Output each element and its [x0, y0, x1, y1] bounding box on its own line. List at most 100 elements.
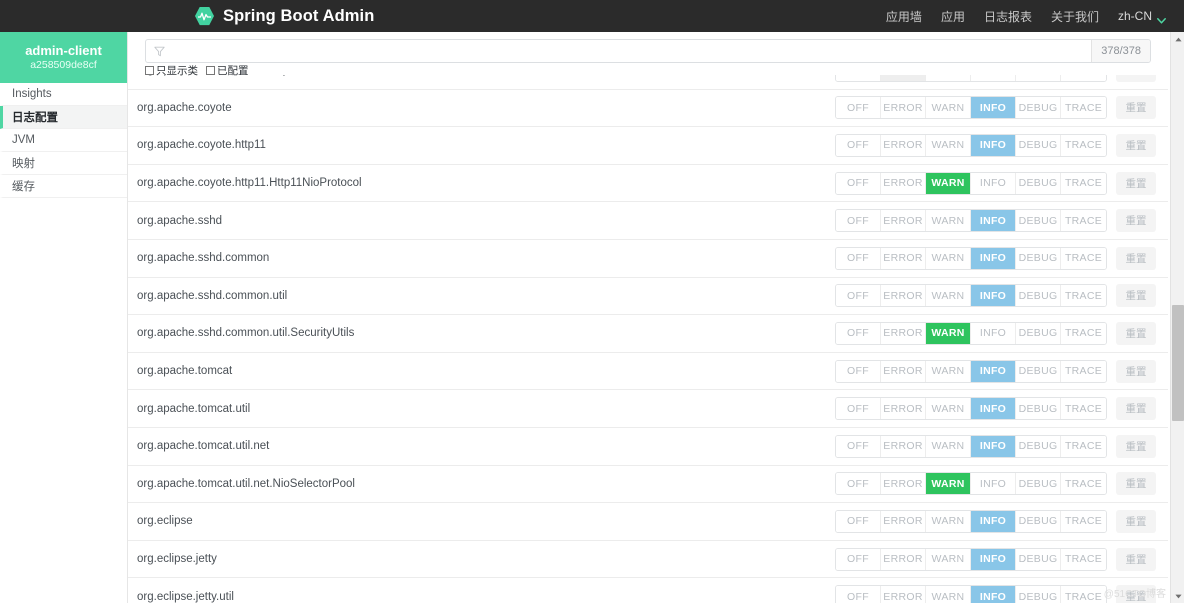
level-button-info[interactable]: INFO: [971, 135, 1016, 156]
level-button-info[interactable]: INFO: [971, 248, 1016, 269]
level-button-trace[interactable]: TRACE: [1061, 473, 1106, 494]
scrollbar-thumb[interactable]: [1172, 305, 1184, 421]
level-button-trace[interactable]: TRACE: [1061, 285, 1106, 306]
level-button-error[interactable]: ERROR: [881, 361, 926, 382]
level-button-warn[interactable]: WARN: [926, 75, 971, 81]
level-button-info[interactable]: INFO: [971, 97, 1016, 118]
level-button-trace[interactable]: TRACE: [1061, 135, 1106, 156]
level-button-error[interactable]: ERROR: [881, 97, 926, 118]
level-button-error[interactable]: ERROR: [881, 436, 926, 457]
level-button-warn[interactable]: WARN: [926, 135, 971, 156]
level-button-debug[interactable]: DEBUG: [1016, 135, 1061, 156]
level-button-debug[interactable]: DEBUG: [1016, 248, 1061, 269]
level-button-info[interactable]: INFO: [971, 436, 1016, 457]
level-button-trace[interactable]: TRACE: [1061, 248, 1106, 269]
level-button-warn[interactable]: WARN: [926, 436, 971, 457]
level-button-off[interactable]: OFF: [836, 135, 881, 156]
level-button-trace[interactable]: TRACE: [1061, 511, 1106, 532]
level-button-trace[interactable]: TRACE: [1061, 398, 1106, 419]
level-button-info[interactable]: INFO: [971, 511, 1016, 532]
level-button-trace[interactable]: TRACE: [1061, 97, 1106, 118]
logger-row[interactable]: org.apache.tomcatOFFERRORWARNINFODEBUGTR…: [128, 353, 1168, 391]
reset-button[interactable]: 重置: [1116, 472, 1156, 495]
level-button-off[interactable]: OFF: [836, 398, 881, 419]
sidebar-item-3[interactable]: 映射: [0, 152, 127, 175]
level-button-off[interactable]: OFF: [836, 586, 881, 603]
level-button-info[interactable]: INFO: [971, 398, 1016, 419]
level-button-off[interactable]: OFF: [836, 210, 881, 231]
logger-row[interactable]: org.apache.coyote.http11.Http11NioProtoc…: [128, 165, 1168, 203]
level-button-info[interactable]: INFO: [971, 173, 1016, 194]
reset-button[interactable]: 重置: [1116, 284, 1156, 307]
level-button-trace[interactable]: TRACE: [1061, 549, 1106, 570]
level-button-info[interactable]: INFO: [971, 473, 1016, 494]
level-button-warn[interactable]: WARN: [926, 586, 971, 603]
level-button-info[interactable]: INFO: [971, 549, 1016, 570]
reset-button[interactable]: 重置: [1116, 510, 1156, 533]
level-button-info[interactable]: INFO: [971, 285, 1016, 306]
nav-link-about[interactable]: 关于我们: [1051, 8, 1099, 25]
logger-row[interactable]: org.eclipse.jetty.utilOFFERRORWARNINFODE…: [128, 578, 1168, 603]
logger-row[interactable]: org.apache.sshd.common.utilOFFERRORWARNI…: [128, 278, 1168, 316]
level-button-off[interactable]: OFF: [836, 511, 881, 532]
level-button-off[interactable]: OFF: [836, 173, 881, 194]
level-button-off[interactable]: OFF: [836, 285, 881, 306]
level-button-error[interactable]: ERROR: [881, 549, 926, 570]
level-button-off[interactable]: OFF: [836, 361, 881, 382]
sidebar-item-1[interactable]: 日志配置: [0, 106, 127, 129]
logger-row[interactable]: org.apache.catalina.util.LifecycleBaseOF…: [128, 75, 1168, 90]
level-button-warn[interactable]: WARN: [926, 248, 971, 269]
level-button-error[interactable]: ERROR: [881, 586, 926, 603]
reset-button[interactable]: 重置: [1116, 397, 1156, 420]
level-button-warn[interactable]: WARN: [926, 361, 971, 382]
logger-row[interactable]: org.apache.sshd.commonOFFERRORWARNINFODE…: [128, 240, 1168, 278]
level-button-warn[interactable]: WARN: [926, 473, 971, 494]
reset-button[interactable]: 重置: [1116, 322, 1156, 345]
logger-row[interactable]: org.apache.tomcat.util.net.NioSelectorPo…: [128, 466, 1168, 504]
level-button-error[interactable]: ERROR: [881, 173, 926, 194]
level-button-off[interactable]: OFF: [836, 473, 881, 494]
level-button-trace[interactable]: TRACE: [1061, 323, 1106, 344]
level-button-debug[interactable]: DEBUG: [1016, 398, 1061, 419]
level-button-trace[interactable]: TRACE: [1061, 75, 1106, 81]
reset-button[interactable]: 重置: [1116, 548, 1156, 571]
reset-button[interactable]: 重置: [1116, 209, 1156, 232]
level-button-error[interactable]: ERROR: [881, 135, 926, 156]
level-button-off[interactable]: OFF: [836, 97, 881, 118]
level-button-error[interactable]: ERROR: [881, 285, 926, 306]
level-button-error[interactable]: ERROR: [881, 75, 926, 81]
level-button-warn[interactable]: WARN: [926, 173, 971, 194]
sidebar-item-4[interactable]: 缓存: [0, 175, 127, 198]
reset-button[interactable]: 重置: [1116, 172, 1156, 195]
level-button-trace[interactable]: TRACE: [1061, 173, 1106, 194]
level-button-info[interactable]: INFO: [971, 323, 1016, 344]
level-button-warn[interactable]: WARN: [926, 97, 971, 118]
level-button-debug[interactable]: DEBUG: [1016, 361, 1061, 382]
level-button-debug[interactable]: DEBUG: [1016, 97, 1061, 118]
level-button-trace[interactable]: TRACE: [1061, 586, 1106, 603]
scroll-down-arrow-icon[interactable]: [1171, 589, 1184, 603]
brand[interactable]: Spring Boot Admin: [195, 0, 374, 32]
level-button-debug[interactable]: DEBUG: [1016, 473, 1061, 494]
level-button-error[interactable]: ERROR: [881, 398, 926, 419]
sidebar-item-2[interactable]: JVM: [0, 129, 127, 152]
logger-list[interactable]: org.apache.catalina.util.LifecycleBaseOF…: [128, 75, 1168, 603]
reset-button[interactable]: 重置: [1116, 134, 1156, 157]
level-button-error[interactable]: ERROR: [881, 323, 926, 344]
level-button-trace[interactable]: TRACE: [1061, 210, 1106, 231]
reset-button[interactable]: 重置: [1116, 435, 1156, 458]
level-button-off[interactable]: OFF: [836, 75, 881, 81]
reset-button[interactable]: 重置: [1116, 585, 1156, 603]
sidebar-item-0[interactable]: Insights: [0, 83, 127, 106]
level-button-debug[interactable]: DEBUG: [1016, 323, 1061, 344]
language-selector[interactable]: zh-CN: [1118, 9, 1166, 23]
logger-row[interactable]: org.eclipse.jettyOFFERRORWARNINFODEBUGTR…: [128, 541, 1168, 579]
level-button-off[interactable]: OFF: [836, 549, 881, 570]
level-button-debug[interactable]: DEBUG: [1016, 549, 1061, 570]
level-button-info[interactable]: INFO: [971, 361, 1016, 382]
reset-button[interactable]: 重置: [1116, 96, 1156, 119]
search-input[interactable]: [172, 40, 1091, 62]
level-button-info[interactable]: INFO: [971, 210, 1016, 231]
level-button-error[interactable]: ERROR: [881, 473, 926, 494]
logger-row[interactable]: org.apache.tomcat.util.netOFFERRORWARNIN…: [128, 428, 1168, 466]
